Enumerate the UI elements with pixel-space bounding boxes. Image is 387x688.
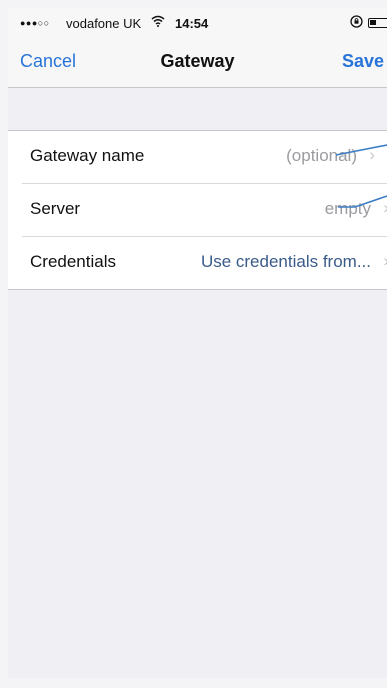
app-screen: ●●●○○ vodafone UK 14:54 Gateway Cancel S… [0,0,387,688]
wifi-icon [151,14,165,30]
carrier-name: vodafone UK [66,16,142,31]
annotation-lines [335,144,387,208]
status-bar: ●●●○○ vodafone UK 14:54 [8,8,387,38]
gateway-name-row[interactable]: Gateway name (optional) › [8,131,387,183]
server-label: Server [30,199,81,218]
credentials-row[interactable]: Credentials Use credentials from... › [22,236,387,289]
gateway-name-value: (optional) [286,146,357,165]
frame-bottom-edge [0,678,387,688]
save-button[interactable]: Save [342,51,384,72]
server-value: empty [324,199,371,218]
chevron-right-icon: › [369,145,375,164]
settings-table: Gateway name (optional) › Server empty ›… [8,130,387,290]
credentials-value: Use credentials from... [200,252,371,271]
navigation-bar: Gateway Cancel Save [8,38,387,88]
frame-top-edge [0,0,387,8]
battery-icon [368,18,387,28]
frame-left-edge [0,0,8,688]
chevron-right-icon: › [383,251,387,271]
battery-level-fill [370,20,376,25]
signal-strength-icon: ●●●○○ [20,18,50,28]
server-row[interactable]: Server empty › [22,183,387,236]
credentials-label: Credentials [30,252,116,271]
chevron-right-icon: › [383,198,387,218]
clock-time: 14:54 [175,16,209,31]
gateway-name-label: Gateway name [30,146,145,165]
rotation-lock-icon [350,15,363,31]
cancel-button[interactable]: Cancel [20,51,76,72]
